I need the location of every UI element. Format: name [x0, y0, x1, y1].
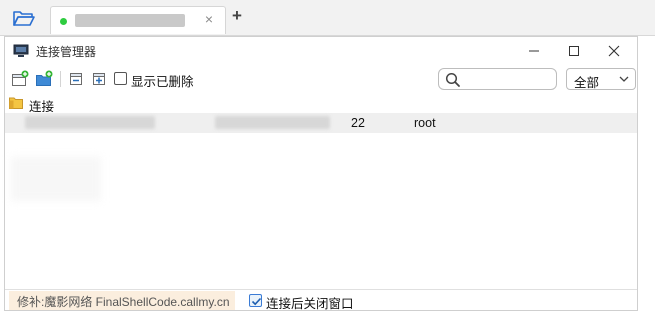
checkmark-icon — [251, 297, 262, 306]
dialog-titlebar: 连接管理器 — [5, 37, 637, 65]
connection-port: 22 — [351, 116, 365, 130]
close-button[interactable] — [591, 37, 637, 65]
plus-icon[interactable]: + — [230, 7, 244, 24]
dialog-statusbar: 修补:魔影网络 FinalShellCode.callmy.cn 连接后关闭窗口 — [5, 289, 637, 311]
connection-name-redacted — [25, 116, 155, 129]
close-after-connect-checkbox[interactable] — [249, 294, 262, 307]
filter-select-value: 全部 — [574, 76, 600, 90]
monitor-icon — [13, 44, 29, 58]
status-dot-icon — [60, 18, 67, 25]
chevron-down-icon — [619, 76, 629, 82]
collapse-all-icon[interactable] — [67, 70, 85, 88]
expand-all-icon[interactable] — [90, 70, 108, 88]
dialog-toolbar: 显示已删除 全部 — [5, 65, 637, 93]
connection-manager-dialog: 连接管理器 显示已删除 全部 连接 22 root 修补:魔影网络 FinalS… — [4, 36, 638, 311]
search-icon — [445, 72, 460, 87]
tab-title-redacted — [75, 14, 185, 27]
toolbar-separator — [60, 71, 61, 87]
close-after-connect-label: 连接后关闭窗口 — [266, 297, 354, 311]
tree-folder-row[interactable]: 连接 — [5, 93, 637, 114]
new-connection-icon[interactable] — [11, 70, 29, 88]
show-deleted-checkbox[interactable] — [114, 72, 127, 85]
new-folder-icon[interactable] — [35, 70, 53, 88]
folder-icon — [9, 97, 23, 109]
show-deleted-label: 显示已删除 — [131, 75, 194, 89]
table-row[interactable]: 22 root — [5, 113, 637, 133]
dialog-title: 连接管理器 — [36, 45, 97, 59]
filter-select[interactable]: 全部 — [566, 68, 636, 90]
watermark: 修补:魔影网络 FinalShellCode.callmy.cn — [9, 291, 235, 310]
search-input[interactable] — [438, 68, 557, 90]
close-icon[interactable]: × — [202, 12, 216, 26]
session-tab[interactable]: × — [50, 6, 226, 34]
connection-host-redacted — [215, 116, 330, 129]
blur-artifact — [11, 157, 101, 201]
connection-tree: 连接 22 root — [5, 93, 637, 289]
app-tab-bar: × + — [0, 0, 655, 36]
watermark-text: 修补:魔影网络 FinalShellCode.callmy.cn — [17, 295, 230, 309]
folder-open-icon[interactable] — [12, 8, 36, 28]
connection-user: root — [414, 116, 436, 130]
